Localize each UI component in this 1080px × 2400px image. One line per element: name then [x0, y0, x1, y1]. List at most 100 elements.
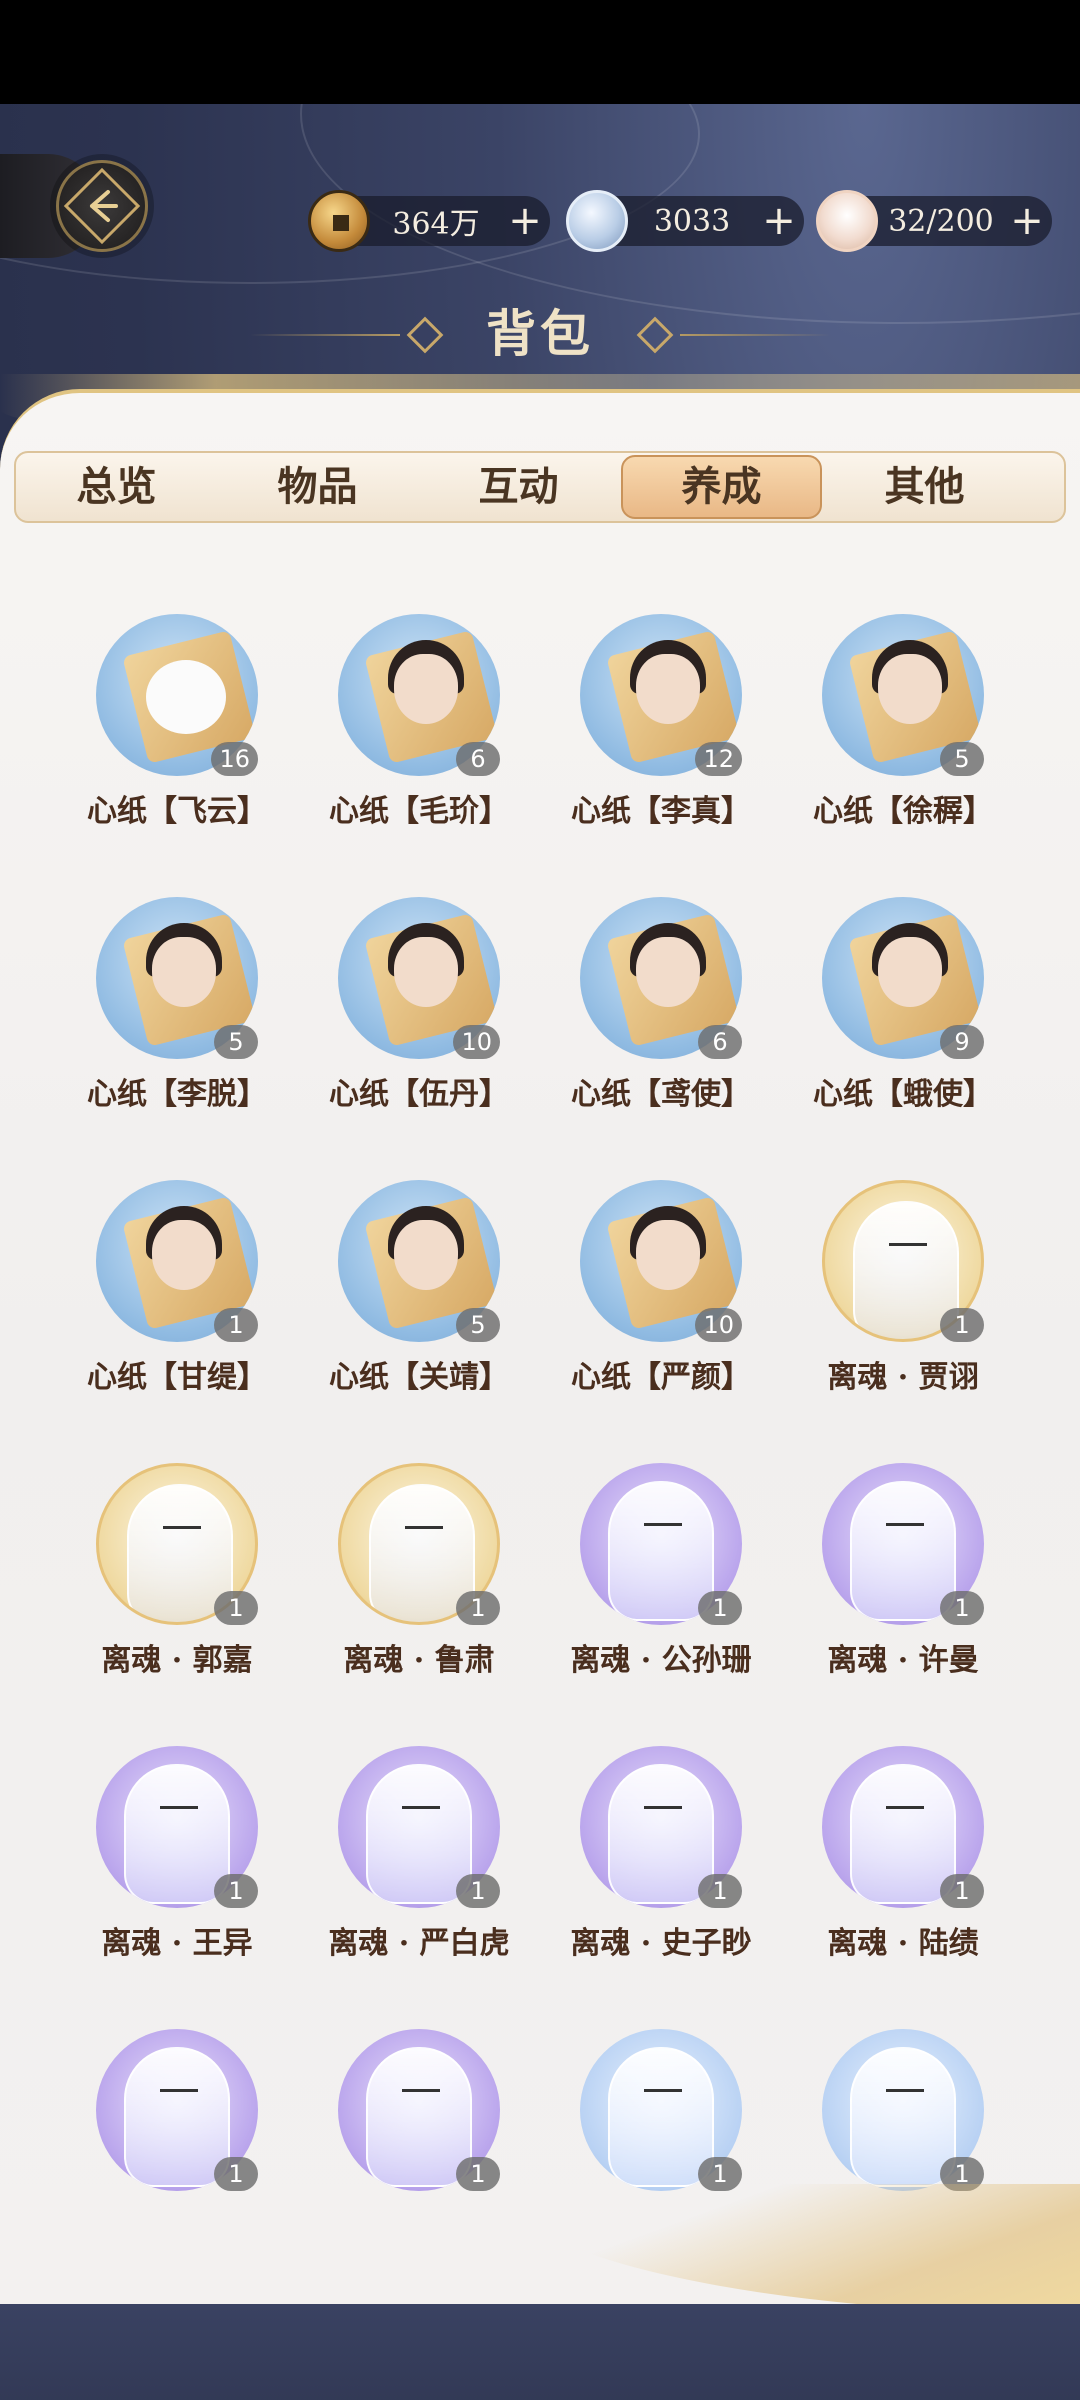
spirit-eyes-icon — [405, 1526, 443, 1529]
item-count-badge: 1 — [940, 1308, 984, 1342]
dog-portrait-icon — [146, 660, 226, 734]
spirit-eyes-icon — [402, 2089, 440, 2092]
spirit-figure-icon — [850, 1764, 956, 1904]
character-portrait-icon — [152, 1220, 216, 1290]
copper-coin-icon — [308, 190, 370, 252]
item-count-badge: 1 — [456, 2157, 500, 2191]
item-name: 离魂 · 许曼 — [827, 1643, 979, 1678]
inventory-item[interactable]: 9 心纸【蛾使】 — [786, 897, 1006, 1137]
inventory-item[interactable]: 1 离魂 · 公孙珊 — [544, 1463, 764, 1703]
spirit-eyes-icon — [889, 1243, 927, 1246]
item-count-badge: 1 — [456, 1874, 500, 1908]
inventory-item[interactable]: 10 心纸【伍丹】 — [302, 897, 522, 1137]
inventory-item[interactable]: 1 离魂 · 郭嘉 — [60, 1463, 280, 1703]
item-count-badge: 6 — [698, 1025, 742, 1059]
inventory-item[interactable]: 6 心纸【鸢使】 — [544, 897, 764, 1137]
character-portrait-icon — [636, 937, 700, 1007]
character-portrait-icon — [878, 654, 942, 724]
item-name: 离魂 · 严白虎 — [328, 1926, 510, 1961]
tab-overview[interactable]: 总览 — [16, 451, 217, 523]
item-count-badge: 6 — [456, 742, 500, 776]
inventory-item[interactable]: 16 心纸【飞云】 — [60, 614, 280, 854]
inventory-item[interactable]: 1 — [60, 2029, 280, 2269]
item-count-badge: 1 — [698, 1591, 742, 1625]
character-portrait-icon — [152, 937, 216, 1007]
item-count-badge: 5 — [456, 1308, 500, 1342]
item-name: 离魂 · 史子眇 — [570, 1926, 752, 1961]
item-count-badge: 9 — [940, 1025, 984, 1059]
character-portrait-icon — [394, 1220, 458, 1290]
spirit-figure-icon — [124, 1764, 230, 1904]
spirit-eyes-icon — [402, 1806, 440, 1809]
inventory-item[interactable]: 1 离魂 · 陆绩 — [786, 1746, 1006, 1986]
inventory-item[interactable]: 1 离魂 · 王异 — [60, 1746, 280, 1986]
spirit-figure-icon — [850, 2047, 956, 2187]
add-copper-button[interactable]: + — [500, 196, 550, 246]
inventory-item[interactable]: 5 心纸【徐稺】 — [786, 614, 1006, 854]
spirit-figure-icon — [608, 1481, 714, 1621]
item-name: 离魂 · 公孙珊 — [570, 1643, 752, 1678]
character-portrait-icon — [394, 654, 458, 724]
spirit-figure-icon — [366, 1764, 472, 1904]
bottom-background — [0, 2304, 1080, 2400]
item-count-badge: 1 — [214, 1591, 258, 1625]
inventory-item[interactable]: 1 心纸【甘缇】 — [60, 1180, 280, 1420]
backpack-screen: 364万 + 3033 + 32/200 + 背包 总览 物品 互动 养成 其他… — [0, 104, 1080, 2400]
tab-items[interactable]: 物品 — [217, 451, 418, 523]
title-divider-right — [680, 334, 830, 336]
item-name: 离魂 · 鲁肃 — [343, 1643, 495, 1678]
item-name: 离魂 · 贾诩 — [827, 1360, 979, 1395]
spirit-figure-icon — [366, 2047, 472, 2187]
character-portrait-icon — [878, 937, 942, 1007]
item-name: 离魂 · 陆绩 — [827, 1926, 979, 1961]
item-name: 心纸【蛾使】 — [813, 1077, 993, 1112]
inventory-item[interactable]: 12 心纸【李真】 — [544, 614, 764, 854]
category-tabs: 总览 物品 互动 养成 其他 — [14, 451, 1066, 523]
inventory-item[interactable]: 1 离魂 · 鲁肃 — [302, 1463, 522, 1703]
inventory-item[interactable]: 1 离魂 · 许曼 — [786, 1463, 1006, 1703]
currency-food: 32/200 + — [816, 190, 1052, 252]
inventory-item[interactable]: 5 心纸【李脱】 — [60, 897, 280, 1137]
item-count-badge: 1 — [456, 1591, 500, 1625]
item-name: 心纸【伍丹】 — [329, 1077, 509, 1112]
spirit-figure-icon — [608, 2047, 714, 2187]
add-food-button[interactable]: + — [1002, 196, 1052, 246]
spirit-figure-icon — [850, 1481, 956, 1621]
inventory-item[interactable]: 1 离魂 · 贾诩 — [786, 1180, 1006, 1420]
item-name: 心纸【严颜】 — [571, 1360, 751, 1395]
item-name: 心纸【徐稺】 — [813, 794, 993, 829]
item-count-badge: 10 — [695, 1308, 742, 1342]
spirit-eyes-icon — [644, 1523, 682, 1526]
spirit-eyes-icon — [644, 1806, 682, 1809]
spirit-eyes-icon — [644, 2089, 682, 2092]
item-count-badge: 5 — [214, 1025, 258, 1059]
tab-other[interactable]: 其他 — [824, 451, 1025, 523]
inventory-item[interactable]: 1 离魂 · 严白虎 — [302, 1746, 522, 1986]
item-name: 心纸【毛玠】 — [329, 794, 509, 829]
item-name: 心纸【关靖】 — [329, 1360, 509, 1395]
inventory-item[interactable]: 1 — [302, 2029, 522, 2269]
item-name: 心纸【李真】 — [571, 794, 751, 829]
item-count-badge: 12 — [695, 742, 742, 776]
jade-orb-icon — [566, 190, 628, 252]
inventory-item[interactable]: 1 离魂 · 史子眇 — [544, 1746, 764, 1986]
back-arrow-icon — [90, 190, 118, 222]
spirit-eyes-icon — [886, 2089, 924, 2092]
item-name: 离魂 · 郭嘉 — [101, 1643, 253, 1678]
item-count-badge: 5 — [940, 742, 984, 776]
inventory-item[interactable]: 5 心纸【关靖】 — [302, 1180, 522, 1420]
spirit-figure-icon — [608, 1764, 714, 1904]
item-count-badge: 1 — [214, 2157, 258, 2191]
item-name: 心纸【鸢使】 — [571, 1077, 751, 1112]
inventory-item[interactable]: 6 心纸【毛玠】 — [302, 614, 522, 854]
back-button[interactable] — [56, 160, 148, 252]
item-name: 心纸【甘缇】 — [87, 1360, 267, 1395]
spirit-eyes-icon — [160, 2089, 198, 2092]
item-name: 心纸【李脱】 — [87, 1077, 267, 1112]
add-jade-button[interactable]: + — [754, 196, 804, 246]
inventory-item[interactable]: 10 心纸【严颜】 — [544, 1180, 764, 1420]
tab-interaction[interactable]: 互动 — [418, 451, 619, 523]
tab-cultivation[interactable]: 养成 — [621, 455, 822, 519]
spirit-eyes-icon — [886, 1806, 924, 1809]
currency-copper: 364万 + — [308, 190, 550, 252]
